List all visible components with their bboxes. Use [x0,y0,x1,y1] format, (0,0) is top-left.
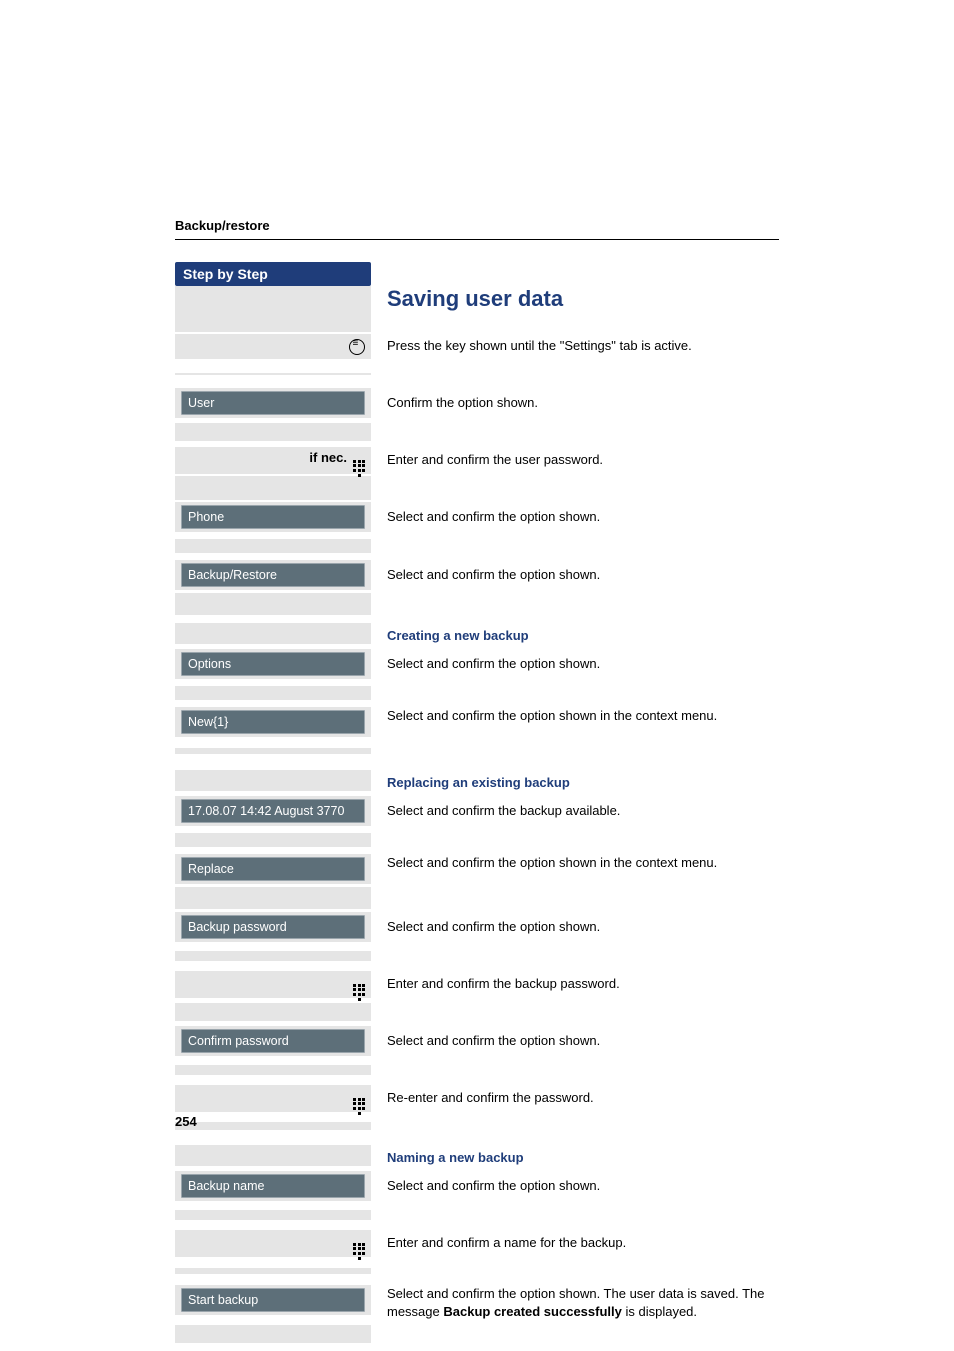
step-row: Enter and confirm a name for the backup. [175,1229,779,1257]
instruction-text: Enter and confirm the backup password. [387,975,779,993]
step-row: Creating a new backup [175,618,779,649]
step-row: Start backup Select and confirm the optio… [175,1285,779,1320]
step-row: Enter and confirm the backup password. [175,970,779,998]
keypad-icon [353,1098,365,1110]
instruction-text: Select and confirm the option shown. The… [387,1285,779,1320]
step-row: New{1} Select and confirm the option show… [175,707,779,737]
keypad-icon [353,460,365,472]
step-row: Naming a new backup [175,1140,779,1171]
phone-display-option: Confirm password [181,1029,365,1053]
instruction-text: Select and confirm the option shown. [387,918,779,936]
phone-display-option: Options [181,652,365,676]
phone-display-option: 17.08.07 14:42 August 3770 [181,799,365,823]
step-row: 17.08.07 14:42 August 3770 Select and con… [175,796,779,826]
running-header: Backup/restore [175,218,779,233]
instruction-text: Select and confirm the option shown. [387,508,779,526]
phone-display-option: User [181,391,365,415]
instruction-text: Select and confirm the option shown in t… [387,707,779,725]
step-row: Options Select and confirm the option sho… [175,649,779,679]
instruction-text: Select and confirm the option shown. [387,566,779,584]
section-subheading: Naming a new backup [387,1150,779,1165]
instruction-text: Select and confirm the option shown. [387,1177,779,1195]
header-rule [175,239,779,240]
keypad-icon [353,1243,365,1255]
phone-display-option: Backup password [181,915,365,939]
step-row: Confirm password Select and confirm the o… [175,1026,779,1056]
instruction-text: Enter and confirm a name for the backup. [387,1234,779,1252]
content-area: Step by Step [175,262,779,286]
instruction-text: Select and confirm the option shown. [387,655,779,673]
if-necessary-label: if nec. [309,450,347,465]
phone-display-option: New{1} [181,710,365,734]
phone-display-option: Start backup [181,1288,365,1312]
page-number: 254 [175,1114,197,1129]
step-row: if nec. Enter and confirm the user passwo… [175,446,779,474]
instruction-text: Select and confirm the option shown. [387,1032,779,1050]
step-row: Backup name Select and confirm the option… [175,1171,779,1201]
right-column-top [371,262,779,286]
title-row: Saving user data [175,286,779,332]
phone-display-option: Phone [181,505,365,529]
section-subheading: Replacing an existing backup [387,775,779,790]
step-row: Phone Select and confirm the option shown… [175,502,779,532]
section-subheading: Creating a new backup [387,628,779,643]
step-row: Backup/Restore Select and confirm the opt… [175,560,779,590]
step-row: Replace Select and confirm the option sho… [175,854,779,884]
step-by-step-header: Step by Step [175,262,371,286]
phone-display-option: Backup name [181,1174,365,1198]
instruction-text: Select and confirm the option shown in t… [387,854,779,872]
left-column: Step by Step [175,262,371,286]
rows-container: Saving user data Press the key shown unti… [175,286,779,1348]
step-row: Replacing an existing backup [175,765,779,796]
step-row: Re-enter and confirm the password. [175,1084,779,1112]
step-row: User Confirm the option shown. [175,388,779,418]
manual-page: Backup/restore Step by Step Saving user … [0,0,954,1351]
instruction-text: Enter and confirm the user password. [387,451,779,469]
step-row: Press the key shown until the "Settings"… [175,332,779,360]
phone-display-option: Replace [181,857,365,881]
instruction-text: Press the key shown until the "Settings"… [387,337,779,355]
instruction-text: Select and confirm the backup available. [387,802,779,820]
step-row: Backup password Select and confirm the op… [175,912,779,942]
phone-display-option: Backup/Restore [181,563,365,587]
instruction-text: Re-enter and confirm the password. [387,1089,779,1107]
instruction-text: Confirm the option shown. [387,394,779,412]
settings-key-icon [349,339,365,355]
keypad-icon [353,984,365,996]
section-title: Saving user data [387,286,779,312]
